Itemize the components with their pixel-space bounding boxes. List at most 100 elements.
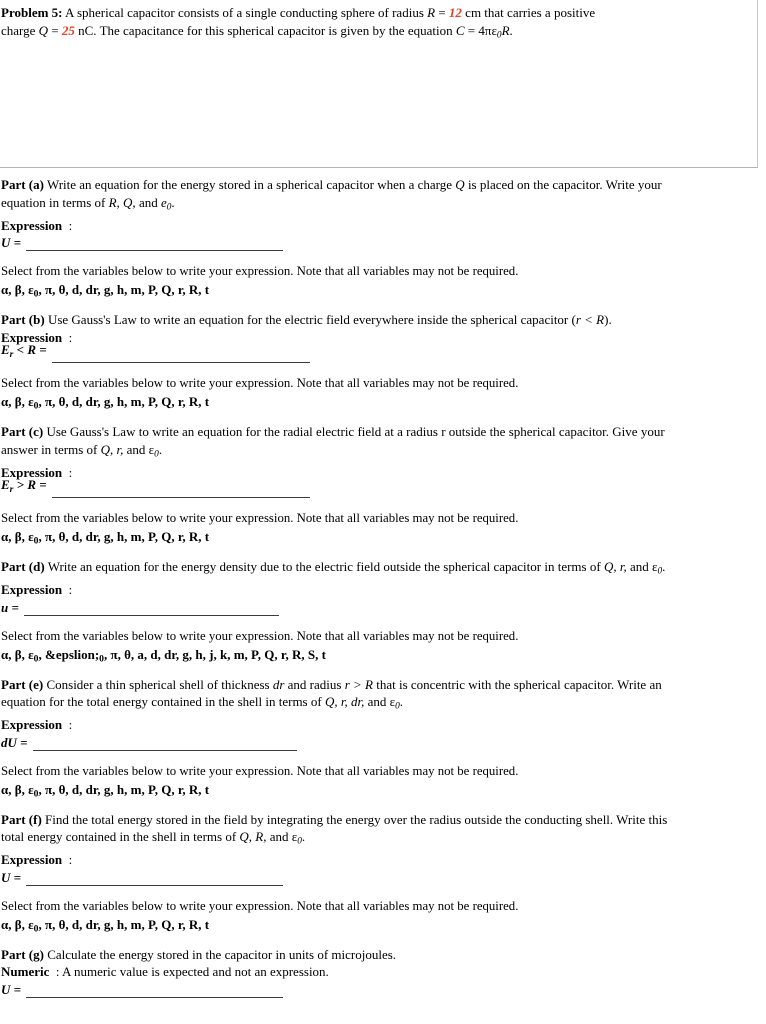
part-c-variable-list: α, β, ε0, π, θ, d, dr, g, h, m, P, Q, r,…	[1, 526, 758, 550]
part-a: Part (a) Write an equation for the energ…	[1, 168, 758, 303]
part-a-answer-symbol: U	[1, 235, 11, 251]
part-d-kind-label: Expression	[1, 582, 63, 598]
part-d-label: Part (d)	[1, 559, 45, 575]
part-e-vars: Q, r, dr,	[324, 694, 365, 710]
part-f-text-1: Find the total energy stored in the fiel…	[41, 811, 668, 827]
part-e-text-1: Consider a thin spherical shell of thick…	[43, 676, 273, 692]
part-d-answer-equals: =	[8, 599, 19, 615]
part-e-select-note: Select from the variables below to write…	[1, 763, 519, 778]
part-d-answer-variable: u =	[1, 599, 22, 616]
part-g-answer-variable: U =	[1, 981, 24, 998]
part-g: Part (g) Calculate the energy stored in …	[1, 938, 758, 998]
part-f-answer-row: U =	[1, 869, 758, 886]
part-c-prompt: Part (c) Use Gauss's Law to write an equ…	[1, 423, 758, 464]
part-a-answer-row: U =	[1, 234, 758, 252]
part-c-label: Part (c)	[1, 423, 44, 439]
part-b-text-2: ).	[604, 312, 612, 328]
part-b-answer-kind: Expression :	[1, 329, 758, 347]
part-f-prompt: Part (f) Find the total energy stored in…	[1, 811, 758, 852]
part-b-text-1: Use Gauss's Law to write an equation for…	[44, 312, 576, 328]
part-c-answer-variable: Er > R =	[1, 476, 50, 498]
part-f-answer-blank[interactable]	[26, 873, 284, 886]
part-d-select-note: Select from the variables below to write…	[1, 628, 519, 643]
part-a-text-5: .	[171, 194, 175, 210]
part-g-prompt: Part (g) Calculate the energy stored in …	[1, 946, 758, 964]
part-f-text-2: total energy contained in the shell in t…	[1, 829, 240, 845]
problem-text-d: nC. The capacitance for this spherical c…	[74, 22, 456, 38]
part-a-prompt: Part (a) Write an equation for the energ…	[1, 176, 758, 217]
part-b-label: Part (b)	[1, 312, 45, 328]
problem-text-a: A spherical capacitor consists of a sing…	[62, 5, 428, 20]
part-a-answer-variable: U =	[1, 234, 24, 251]
part-b-answer-variable: Er < R =	[1, 341, 50, 363]
part-e-prompt: Part (e) Consider a thin spherical shell…	[1, 676, 758, 717]
part-a-kind-label: Expression	[1, 217, 63, 233]
charge-symbol: Q	[38, 22, 49, 38]
part-g-answer-kind: Numeric : A numeric value is expected an…	[1, 963, 758, 981]
part-a-answer-kind: Expression :	[1, 217, 758, 235]
part-e-answer-row: dU =	[1, 734, 758, 751]
part-d-answer-blank[interactable]	[23, 603, 279, 616]
part-f: Part (f) Find the total energy stored in…	[1, 803, 758, 938]
part-b-answer-condition: < R	[13, 342, 37, 358]
part-e-text-6: .	[399, 694, 403, 710]
part-a-variable-list: α, β, ε0, π, θ, d, dr, g, h, m, P, Q, r,…	[1, 279, 758, 303]
part-f-label: Part (f)	[1, 811, 42, 827]
part-d-vars-entity: , &epslion;	[38, 646, 100, 662]
part-g-answer-blank[interactable]	[26, 985, 284, 998]
part-g-text-1: Calculate the energy stored in the capac…	[43, 946, 397, 962]
part-e-vars-pre: α, β, ε	[1, 781, 34, 797]
part-a-select-note: Select from the variables below to write…	[1, 264, 519, 279]
part-c-answer-kind: Expression :	[1, 464, 758, 482]
part-d-vars: Q, r,	[603, 559, 627, 575]
part-b-prompt: Part (b) Use Gauss's Law to write an equ…	[1, 311, 758, 329]
part-c: Part (c) Use Gauss's Law to write an equ…	[1, 415, 758, 550]
part-b-answer-blank[interactable]	[51, 350, 310, 364]
part-c-text-3: and ε	[123, 441, 155, 457]
equals-1: =	[435, 5, 449, 20]
part-e-variable-list: α, β, ε0, π, θ, d, dr, g, h, m, P, Q, r,…	[1, 779, 758, 803]
part-d-variable-list: α, β, ε0, &epslion;0, π, θ, a, d, dr, g,…	[1, 644, 758, 668]
part-a-text-4: and	[135, 194, 161, 210]
part-b: Part (b) Use Gauss's Law to write an equ…	[1, 303, 758, 415]
part-d-text-3: .	[662, 559, 666, 575]
part-e-var-dr: dr	[272, 676, 285, 692]
part-c-vars: Q, r,	[100, 441, 124, 457]
problem-statement-line-1: Problem 5: A spherical capacitor consist…	[1, 4, 749, 22]
part-e-kind-label: Expression	[1, 717, 63, 733]
part-e-answer-symbol: dU	[1, 734, 17, 750]
part-a-answer-blank[interactable]	[26, 238, 284, 252]
part-a-vars-rest: , π, θ, d, dr, g, h, m, P, Q, r, R, t	[38, 282, 210, 298]
part-e-answer-blank[interactable]	[32, 738, 297, 751]
part-f-answer-variable: U =	[1, 869, 24, 886]
part-a-text-2: is placed on the capacitor. Write your	[464, 177, 662, 192]
part-c-answer-blank[interactable]	[51, 485, 310, 499]
part-f-variable-list: α, β, ε0, π, θ, d, dr, g, h, m, P, Q, r,…	[1, 914, 758, 938]
part-f-select-note: Select from the variables below to write…	[1, 898, 519, 913]
part-d-answer-row: u =	[1, 599, 758, 616]
part-g-kind-label: Numeric	[1, 964, 50, 980]
part-d-text-2: and ε	[626, 559, 658, 575]
part-a-var-q: Q	[455, 177, 465, 192]
part-f-text-3: and ε	[266, 829, 298, 845]
period-1: .	[509, 22, 513, 38]
part-d-kind-separator: :	[62, 582, 73, 598]
part-c-vars-pre: α, β, ε	[1, 529, 34, 545]
part-d-answer-kind: Expression :	[1, 581, 758, 599]
part-g-answer-equals: =	[10, 981, 22, 997]
part-e-condition: r > R	[344, 676, 373, 692]
part-c-vars-rest: , π, θ, d, dr, g, h, m, P, Q, r, R, t	[38, 529, 210, 545]
part-b-kind-separator: :	[62, 329, 73, 345]
part-f-vars: Q, R,	[239, 829, 267, 845]
problem-number-label: Problem 5:	[1, 5, 63, 20]
part-c-answer-row: Er > R =	[1, 477, 758, 499]
problem-statement-line-2: charge Q = 25 nC. The capacitance for th…	[1, 22, 749, 45]
part-f-answer-equals: =	[10, 869, 22, 885]
charge-value: 25	[61, 22, 75, 38]
part-b-answer-row: Er < R =	[1, 342, 758, 364]
part-d-vars-pre: α, β, ε	[1, 646, 34, 662]
part-a-text-1: Write an equation for the energy stored …	[43, 177, 456, 192]
radius-value: 12	[448, 5, 462, 20]
part-f-vars-pre: α, β, ε	[1, 916, 34, 932]
part-e-answer-variable: dU =	[1, 734, 31, 751]
